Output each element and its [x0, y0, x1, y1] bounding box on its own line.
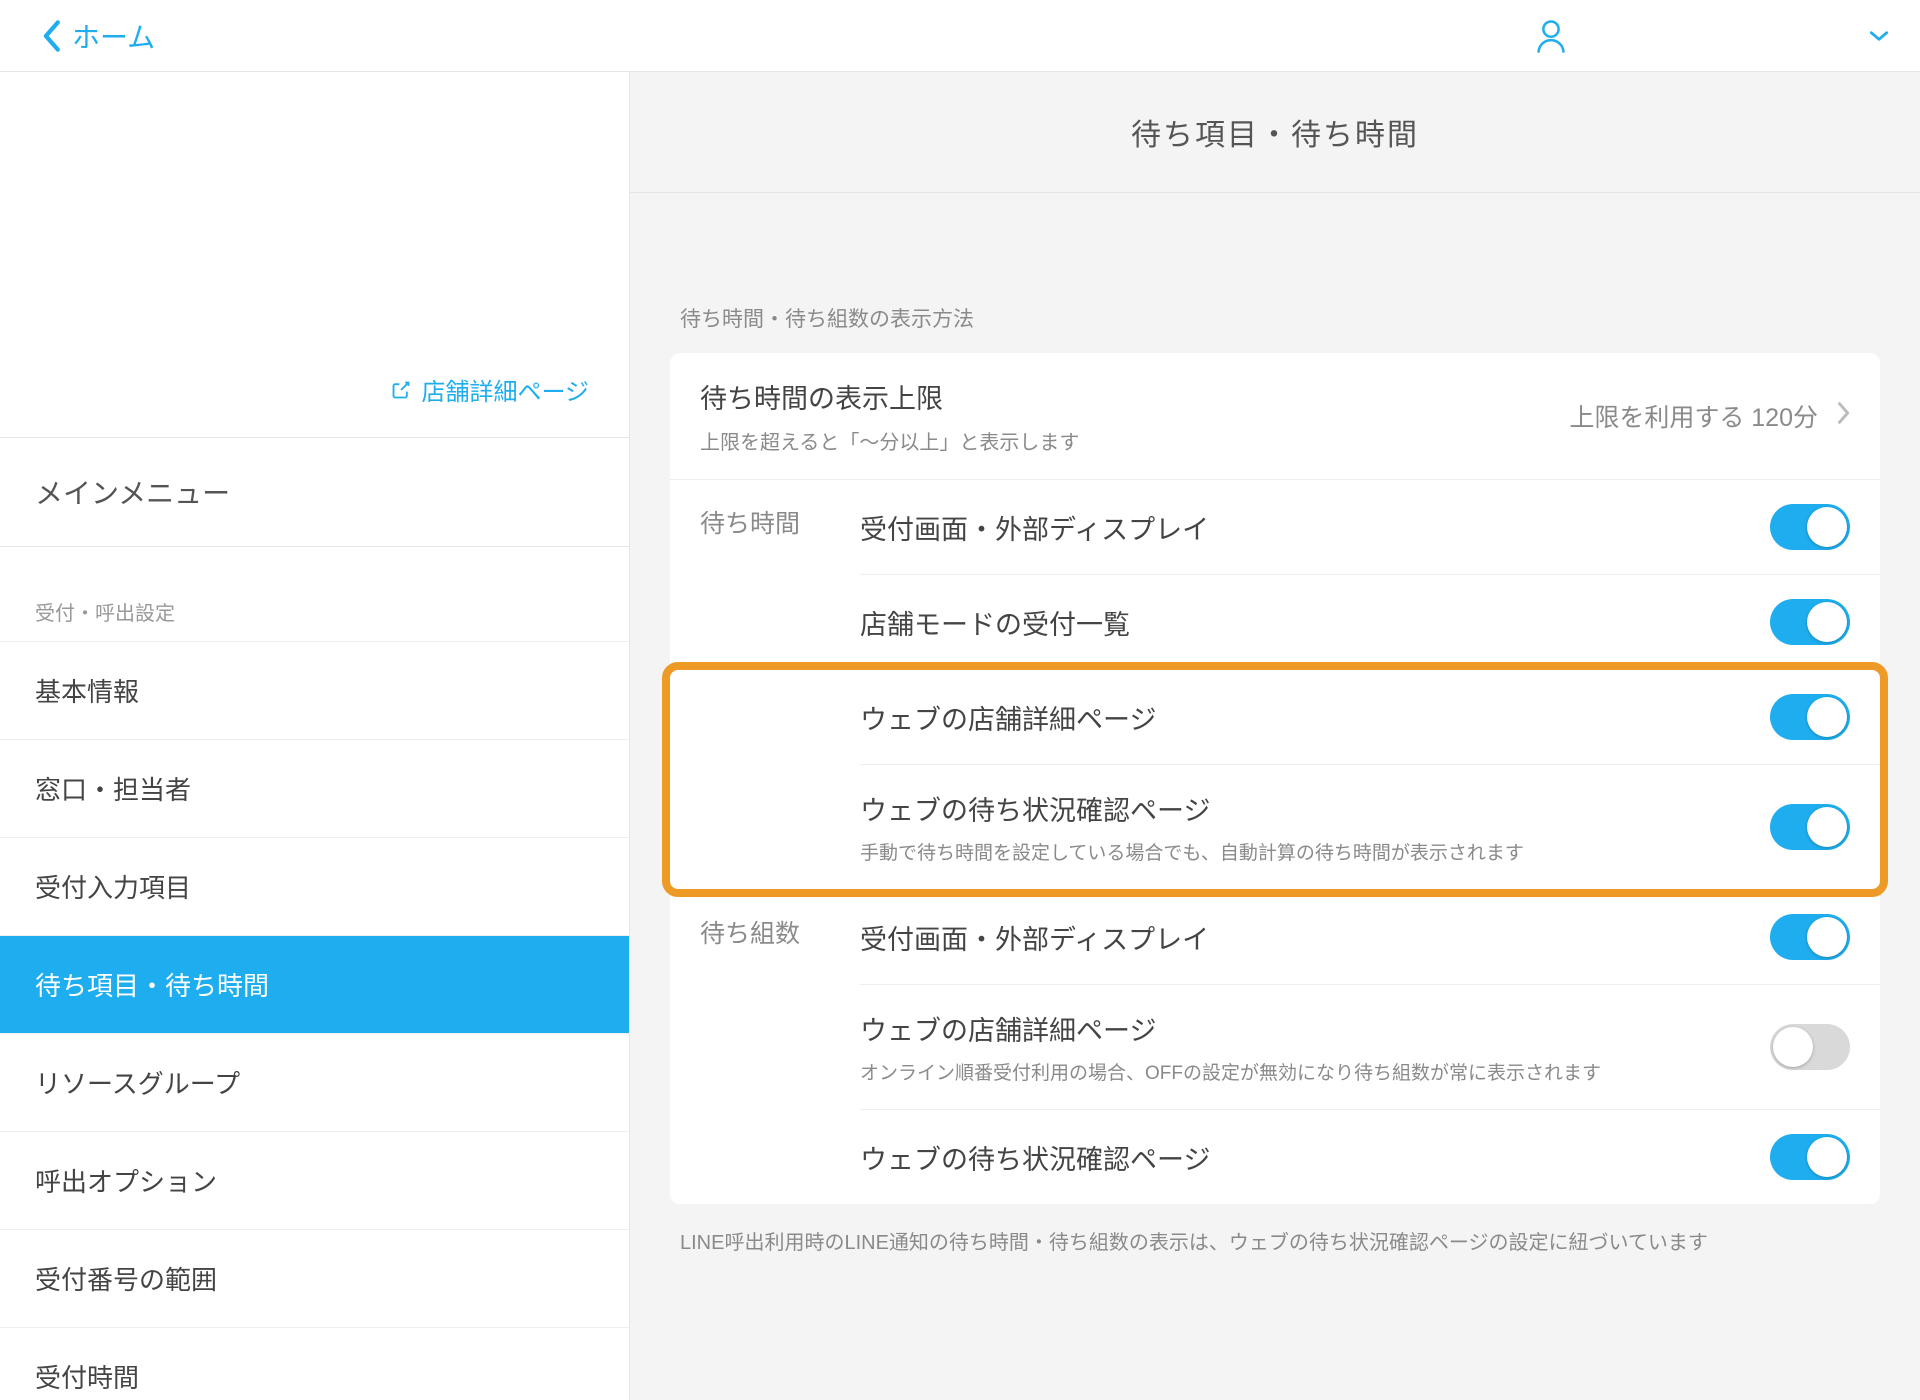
wait-time-row: ウェブの待ち状況確認ページ手動で待ち時間を設定している場合でも、自動計算の待ち時… [860, 765, 1880, 889]
main-panel: 待ち項目・待ち時間 待ち時間・待ち組数の表示方法 待ち時間の表示上限 上限を超え… [630, 72, 1920, 1400]
toggle-switch[interactable] [1770, 1134, 1850, 1180]
row-title: ウェブの待ち状況確認ページ [860, 1138, 1770, 1177]
wait-count-row: ウェブの店舗詳細ページオンライン順番受付利用の場合、OFFの設定が無効になり待ち… [860, 985, 1880, 1110]
group-label-wait-count: 待ち組数 [670, 890, 860, 974]
toggle-knob [1807, 507, 1847, 547]
row-title: 待ち時間の表示上限 [700, 377, 1569, 416]
row-title: ウェブの店舗詳細ページ [860, 1009, 1770, 1048]
sidebar-item[interactable]: 受付入力項目 [0, 838, 629, 936]
main-menu-header[interactable]: メインメニュー [0, 437, 629, 547]
sidebar: 店舗詳細ページ メインメニュー 受付・呼出設定 基本情報窓口・担当者受付入力項目… [0, 72, 630, 1400]
toggle-switch[interactable] [1770, 504, 1850, 550]
toggle-knob [1807, 697, 1847, 737]
chevron-down-icon[interactable] [1868, 29, 1890, 43]
row-title: ウェブの待ち状況確認ページ [860, 789, 1770, 828]
page-title: 待ち項目・待ち時間 [630, 72, 1920, 193]
wait-time-row: ウェブの店舗詳細ページ [860, 670, 1880, 765]
sidebar-item[interactable]: 待ち項目・待ち時間 [0, 936, 629, 1034]
sidebar-item[interactable]: 呼出オプション [0, 1132, 629, 1230]
toggle-knob [1773, 1027, 1813, 1067]
chevron-left-icon [40, 19, 62, 53]
wait-time-group: 待ち時間 受付画面・外部ディスプレイ店舗モードの受付一覧ウェブの店舗詳細ページウ… [670, 480, 1880, 890]
back-button[interactable]: ホーム [40, 16, 155, 56]
wait-time-limit-row[interactable]: 待ち時間の表示上限 上限を超えると「〜分以上」と表示します 上限を利用する 12… [670, 353, 1880, 480]
footnote: LINE呼出利用時のLINE通知の待ち時間・待ち組数の表示は、ウェブの待ち状況確… [670, 1204, 1880, 1255]
store-detail-link[interactable]: 店舗詳細ページ [0, 352, 629, 437]
chevron-right-icon [1836, 401, 1850, 431]
sidebar-section-label: 受付・呼出設定 [0, 547, 629, 641]
row-value: 上限を利用する 120分 [1569, 398, 1818, 434]
wait-time-row: 受付画面・外部ディスプレイ [860, 480, 1880, 575]
external-link-icon [391, 380, 411, 400]
toggle-knob [1807, 807, 1847, 847]
toggle-knob [1807, 602, 1847, 642]
wait-count-row: 受付画面・外部ディスプレイ [860, 890, 1880, 985]
sidebar-item[interactable]: 受付時間 [0, 1328, 629, 1400]
header-right [1534, 18, 1890, 54]
row-subtitle: オンライン順番受付利用の場合、OFFの設定が無効になり待ち組数が常に表示されます [860, 1058, 1770, 1085]
section-label: 待ち時間・待ち組数の表示方法 [670, 233, 1880, 353]
back-label: ホーム [72, 16, 155, 56]
row-title: 受付画面・外部ディスプレイ [860, 918, 1770, 957]
toggle-switch[interactable] [1770, 694, 1850, 740]
sidebar-logo-area [0, 72, 629, 352]
sidebar-item[interactable]: 受付番号の範囲 [0, 1230, 629, 1328]
row-title: 店舗モードの受付一覧 [860, 603, 1770, 642]
group-label-wait-time: 待ち時間 [670, 480, 860, 564]
toggle-switch[interactable] [1770, 599, 1850, 645]
settings-card: 待ち時間の表示上限 上限を超えると「〜分以上」と表示します 上限を利用する 12… [670, 353, 1880, 1204]
row-subtitle: 上限を超えると「〜分以上」と表示します [700, 426, 1569, 455]
sidebar-item[interactable]: 窓口・担当者 [0, 740, 629, 838]
toggle-switch[interactable] [1770, 1024, 1850, 1070]
row-title: 受付画面・外部ディスプレイ [860, 508, 1770, 547]
store-detail-link-label: 店舗詳細ページ [421, 372, 589, 407]
toggle-knob [1807, 917, 1847, 957]
row-title: ウェブの店舗詳細ページ [860, 698, 1770, 737]
toggle-switch[interactable] [1770, 914, 1850, 960]
wait-count-row: ウェブの待ち状況確認ページ [860, 1110, 1880, 1204]
wait-time-row: 店舗モードの受付一覧 [860, 575, 1880, 670]
toggle-switch[interactable] [1770, 804, 1850, 850]
wait-count-group: 待ち組数 受付画面・外部ディスプレイウェブの店舗詳細ページオンライン順番受付利用… [670, 890, 1880, 1204]
row-subtitle: 手動で待ち時間を設定している場合でも、自動計算の待ち時間が表示されます [860, 838, 1770, 865]
sidebar-item[interactable]: リソースグループ [0, 1034, 629, 1132]
user-icon[interactable] [1534, 18, 1568, 54]
sidebar-item[interactable]: 基本情報 [0, 641, 629, 740]
app-header: ホーム [0, 0, 1920, 72]
toggle-knob [1807, 1137, 1847, 1177]
